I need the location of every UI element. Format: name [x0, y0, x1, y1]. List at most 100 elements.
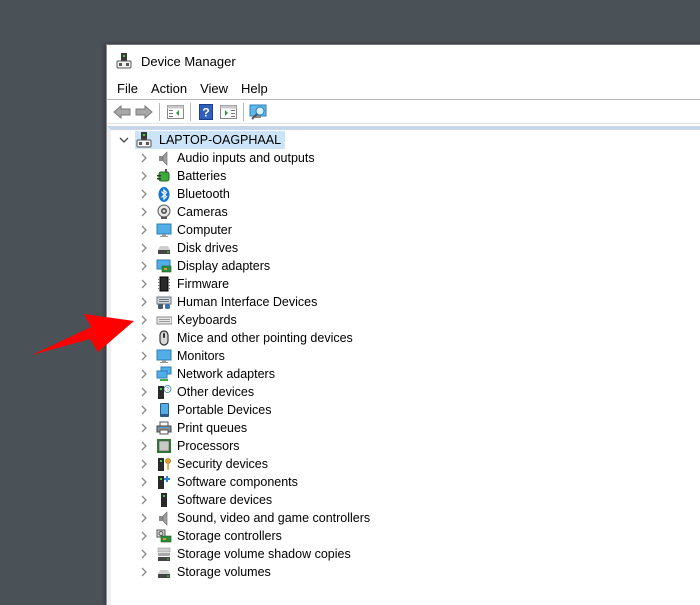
chevron-down-icon[interactable] — [117, 131, 131, 149]
tree-item-disk-drives[interactable]: Disk drives — [137, 239, 370, 257]
camera-icon — [155, 203, 173, 221]
svg-text:?: ? — [202, 105, 209, 119]
chevron-right-icon[interactable] — [137, 473, 151, 491]
tree-item-security-devices[interactable]: Security devices — [137, 455, 370, 473]
hid-icon — [155, 293, 173, 311]
tree-root-label: LAPTOP-OAGPHAAL — [159, 133, 282, 147]
tree-item-print-queues[interactable]: Print queues — [137, 419, 370, 437]
tree-item-label: Bluetooth — [177, 187, 230, 201]
chevron-right-icon[interactable] — [137, 401, 151, 419]
tree-item-label: Network adapters — [177, 367, 275, 381]
tree-item-keyboards[interactable]: Keyboards — [137, 311, 370, 329]
scan-hardware-icon — [249, 104, 267, 120]
tree-item-label: Display adapters — [177, 259, 271, 273]
security-key-icon — [155, 455, 173, 473]
device-tree[interactable]: LAPTOP-OAGPHAAL Audio inputs and outputs… — [107, 126, 700, 605]
chevron-right-icon[interactable] — [137, 545, 151, 563]
tree-item-bluetooth[interactable]: Bluetooth — [137, 185, 370, 203]
console-tree-icon — [166, 104, 184, 119]
show-hide-action-pane-button[interactable] — [217, 102, 239, 122]
menu-file[interactable]: File — [111, 79, 144, 98]
chevron-right-icon[interactable] — [137, 239, 151, 257]
menu-help[interactable]: Help — [235, 79, 274, 98]
window-title: Device Manager — [141, 53, 236, 69]
chevron-right-icon[interactable] — [137, 527, 151, 545]
chevron-right-icon[interactable] — [137, 293, 151, 311]
tree-item-network-adapters[interactable]: Network adapters — [137, 365, 370, 383]
storage-controller-icon — [155, 527, 173, 545]
tree-item-label: Storage controllers — [177, 529, 282, 543]
chevron-right-icon[interactable] — [137, 455, 151, 473]
menu-view[interactable]: View — [194, 79, 234, 98]
tree-item-other-devices[interactable]: ? Other devices — [137, 383, 370, 401]
tree-root-selection[interactable]: LAPTOP-OAGPHAAL — [135, 131, 286, 149]
chevron-right-icon[interactable] — [137, 563, 151, 581]
chevron-right-icon[interactable] — [137, 491, 151, 509]
tree-item-label: Human Interface Devices — [177, 295, 318, 309]
tree-item-label: Keyboards — [177, 313, 237, 327]
tree-item-label: Processors — [177, 439, 240, 453]
tree-item-label: Disk drives — [177, 241, 239, 255]
chevron-right-icon[interactable] — [137, 203, 151, 221]
tree-item-processors[interactable]: Processors — [137, 437, 370, 455]
forward-button[interactable] — [133, 102, 155, 122]
tree-item-software-components[interactable]: Software components — [137, 473, 370, 491]
tree-item-software-devices[interactable]: Software devices — [137, 491, 370, 509]
tree-item-storage-volume-shadow-copies[interactable]: Storage volume shadow copies — [137, 545, 370, 563]
tree-item-label: Computer — [177, 223, 232, 237]
tree-item-storage-controllers[interactable]: Storage controllers — [137, 527, 370, 545]
tree-item-label: Cameras — [177, 205, 228, 219]
chevron-right-icon[interactable] — [137, 185, 151, 203]
tree-item-portable-devices[interactable]: Portable Devices — [137, 401, 370, 419]
device-manager-icon — [115, 52, 133, 70]
chevron-right-icon[interactable] — [137, 509, 151, 527]
show-hide-console-tree-button[interactable] — [164, 102, 186, 122]
menu-bar: File Action View Help — [107, 77, 700, 100]
chevron-right-icon[interactable] — [137, 257, 151, 275]
chevron-right-icon[interactable] — [137, 167, 151, 185]
tree-item-audio-inputs-and-outputs[interactable]: Audio inputs and outputs — [137, 149, 370, 167]
tree-item-label: Security devices — [177, 457, 269, 471]
arrow-right-icon — [135, 104, 153, 119]
tree-item-label: Software components — [177, 475, 298, 489]
tree-item-cameras[interactable]: Cameras — [137, 203, 370, 221]
tree-item-label: Storage volume shadow copies — [177, 547, 351, 561]
disk-drive-icon — [155, 239, 173, 257]
software-device-icon — [155, 491, 173, 509]
tree-item-firmware[interactable]: Firmware — [137, 275, 370, 293]
chevron-right-icon[interactable] — [137, 149, 151, 167]
tree-item-computer[interactable]: Computer — [137, 221, 370, 239]
svg-text:?: ? — [166, 387, 169, 393]
portable-device-icon — [155, 401, 173, 419]
software-component-icon — [155, 473, 173, 491]
tree-item-display-adapters[interactable]: Display adapters — [137, 257, 370, 275]
tree-item-label: Portable Devices — [177, 403, 272, 417]
monitor-icon — [155, 221, 173, 239]
title-bar: Device Manager — [107, 45, 700, 77]
menu-action[interactable]: Action — [145, 79, 193, 98]
mouse-icon — [155, 329, 173, 347]
tree-item-mice-and-other-pointing-devices[interactable]: Mice and other pointing devices — [137, 329, 370, 347]
red-arrow-annotation — [32, 314, 134, 355]
help-button[interactable]: ? — [195, 102, 217, 122]
tree-item-label: Mice and other pointing devices — [177, 331, 353, 345]
tree-root[interactable]: LAPTOP-OAGPHAAL — [117, 131, 286, 149]
chevron-right-icon[interactable] — [137, 221, 151, 239]
chip-icon — [155, 275, 173, 293]
back-button[interactable] — [111, 102, 133, 122]
chevron-right-icon[interactable] — [137, 275, 151, 293]
tree-item-human-interface-devices[interactable]: Human Interface Devices — [137, 293, 370, 311]
chevron-right-icon[interactable] — [137, 419, 151, 437]
tree-item-label: Software devices — [177, 493, 273, 507]
chevron-right-icon[interactable] — [137, 437, 151, 455]
chevron-right-icon[interactable] — [137, 383, 151, 401]
unknown-device-icon: ? — [155, 383, 173, 401]
computer-tower-icon — [135, 131, 153, 149]
tree-item-batteries[interactable]: Batteries — [137, 167, 370, 185]
tree-item-monitors[interactable]: Monitors — [137, 347, 370, 365]
toolbar: ? — [107, 100, 700, 124]
scan-hardware-button[interactable] — [248, 102, 270, 122]
tree-item-storage-volumes[interactable]: Storage volumes — [137, 563, 370, 581]
chevron-right-icon[interactable] — [137, 365, 151, 383]
tree-item-sound-video-and-game-controllers[interactable]: Sound, video and game controllers — [137, 509, 370, 527]
